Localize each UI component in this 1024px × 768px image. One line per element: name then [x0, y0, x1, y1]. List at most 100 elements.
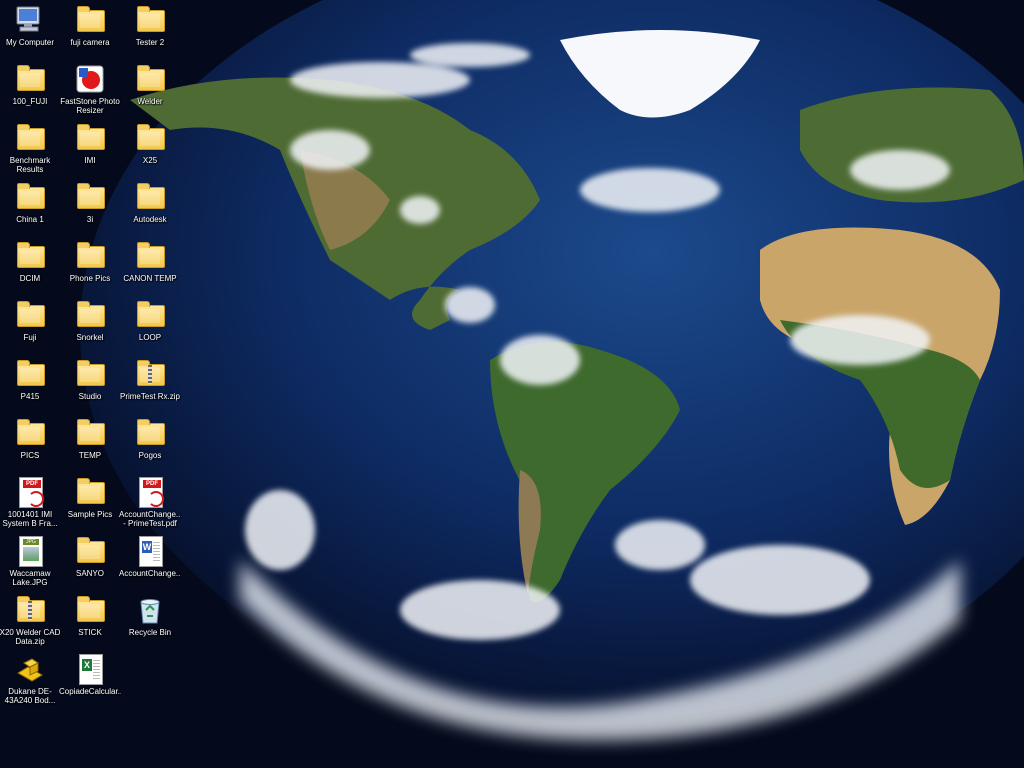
icon-glyph	[14, 417, 46, 449]
folder-icon	[137, 242, 165, 268]
icon-label: Fuji	[23, 333, 37, 342]
icon-label: Pogos	[138, 451, 162, 460]
desktop-icon-p415[interactable]: P415	[0, 358, 60, 401]
icon-label: PrimeTest Rx.zip	[119, 392, 180, 401]
icon-label: CopiadeCalcular...	[59, 687, 121, 696]
icon-glyph: JPG	[14, 535, 46, 567]
icon-label: LOOP	[138, 333, 162, 342]
desktop-icon-primetest-rx-zip[interactable]: PrimeTest Rx.zip	[120, 358, 180, 401]
desktop-icon-pogos[interactable]: Pogos	[120, 417, 180, 460]
desktop-icon-autodesk[interactable]: Autodesk	[120, 181, 180, 224]
folder-icon	[137, 124, 165, 150]
icon-glyph	[134, 63, 166, 95]
desktop-icon-canon-temp[interactable]: CANON TEMP	[120, 240, 180, 283]
folder-icon	[77, 183, 105, 209]
desktop-icon-recycle-bin[interactable]: Recycle Bin	[120, 594, 180, 637]
desktop-icon-temp[interactable]: TEMP	[60, 417, 120, 460]
desktop-icon-tester-2[interactable]: Tester 2	[120, 4, 180, 47]
icon-label: AccountChange... - PrimeTest.pdf	[119, 510, 181, 528]
pdf-icon: PDF	[19, 477, 44, 508]
folder-icon	[17, 301, 45, 327]
icon-label: Autodesk	[133, 215, 167, 224]
folder-icon	[137, 65, 165, 91]
icon-label: Benchmark Results	[9, 156, 51, 174]
icon-label: Snorkel	[76, 333, 104, 342]
jpg-image-icon: JPG	[19, 536, 43, 567]
icon-glyph	[134, 181, 166, 213]
folder-icon	[77, 124, 105, 150]
icon-label: X25	[142, 156, 158, 165]
desktop-icon-x25[interactable]: X25	[120, 122, 180, 165]
icon-label: FastStone Photo Resizer	[60, 97, 120, 115]
icon-label: China 1	[16, 215, 44, 224]
folder-icon	[77, 537, 105, 563]
icon-glyph: PDF	[134, 476, 166, 508]
icon-glyph	[134, 299, 166, 331]
desktop-icon-my-computer[interactable]: My Computer	[0, 4, 60, 47]
desktop-icon-phone-pics[interactable]: Phone Pics	[60, 240, 120, 283]
icon-label: Dukane DE-43A240 Bod...	[4, 687, 56, 705]
desktop-icon-faststone-photo-resizer[interactable]: FastStone Photo Resizer	[60, 63, 120, 115]
icon-glyph	[14, 181, 46, 213]
icon-glyph	[14, 63, 46, 95]
desktop-icon-dukane-de-43a240-bod[interactable]: Dukane DE-43A240 Bod...	[0, 653, 60, 705]
desktop-icon-fuji-camera[interactable]: fuji camera	[60, 4, 120, 47]
icon-label: P415	[20, 392, 40, 401]
icon-glyph	[134, 358, 166, 390]
desktop-icon-copiadecalcular[interactable]: X CopiadeCalcular...	[59, 653, 121, 696]
desktop-icon-pics[interactable]: PICS	[0, 417, 60, 460]
icon-label: Recycle Bin	[128, 628, 172, 637]
desktop-icon-accountchange[interactable]: W AccountChange...	[119, 535, 181, 578]
icon-glyph	[74, 122, 106, 154]
icon-glyph	[14, 653, 46, 685]
desktop[interactable]: My Computer fuji camera Tester 2 100_FUJI Fa…	[0, 0, 1024, 768]
desktop-icon-waccamaw-lake-jpg[interactable]: JPG Waccamaw Lake.JPG	[0, 535, 60, 587]
cad-app-icon	[17, 658, 43, 682]
icon-glyph	[74, 594, 106, 626]
excel-document-icon: X	[79, 654, 103, 685]
icon-label: TEMP	[78, 451, 102, 460]
desktop-icon-imi[interactable]: IMI	[60, 122, 120, 165]
desktop-icon-x20-welder-cad-data-zip[interactable]: X20 Welder CAD Data.zip	[0, 594, 60, 646]
desktop-icon-loop[interactable]: LOOP	[120, 299, 180, 342]
pdf-icon: PDF	[139, 477, 164, 508]
icon-glyph	[134, 122, 166, 154]
icon-glyph	[14, 358, 46, 390]
desktop-icon-snorkel[interactable]: Snorkel	[60, 299, 120, 342]
icon-label: Phone Pics	[69, 274, 111, 283]
icon-glyph	[14, 122, 46, 154]
icon-label: 1001401 IMI System B Fra...	[2, 510, 58, 528]
icon-glyph	[74, 181, 106, 213]
icon-label: DCIM	[19, 274, 41, 283]
icon-glyph	[134, 240, 166, 272]
icon-glyph	[74, 4, 106, 36]
desktop-icon-fuji[interactable]: Fuji	[0, 299, 60, 342]
recycle-bin-icon	[140, 599, 160, 624]
folder-icon	[137, 6, 165, 32]
folder-icon	[17, 65, 45, 91]
folder-icon	[137, 419, 165, 445]
desktop-icon-welder[interactable]: Welder	[120, 63, 180, 106]
desktop-icon-stick[interactable]: STICK	[60, 594, 120, 637]
icon-label: 3i	[86, 215, 94, 224]
icon-glyph	[14, 4, 46, 36]
desktop-icon-benchmark-results[interactable]: Benchmark Results	[0, 122, 60, 174]
desktop-icon-dcim[interactable]: DCIM	[0, 240, 60, 283]
folder-icon	[77, 6, 105, 32]
desktop-icon-1001401-imi-system-b-fra[interactable]: PDF 1001401 IMI System B Fra...	[0, 476, 60, 528]
desktop-icon-3i[interactable]: 3i	[60, 181, 120, 224]
desktop-icon-100-fuji[interactable]: 100_FUJI	[0, 63, 60, 106]
icon-glyph	[74, 535, 106, 567]
desktop-icon-china-1[interactable]: China 1	[0, 181, 60, 224]
desktop-icon-studio[interactable]: Studio	[60, 358, 120, 401]
folder-icon	[17, 183, 45, 209]
desktop-icon-accountchange-primetest-pdf[interactable]: PDF AccountChange... - PrimeTest.pdf	[119, 476, 181, 528]
desktop-icon-sanyo[interactable]: SANYO	[60, 535, 120, 578]
icon-label: Studio	[78, 392, 102, 401]
folder-icon	[77, 360, 105, 386]
icon-label: Welder	[137, 97, 163, 106]
icon-label: PICS	[20, 451, 40, 460]
icon-glyph	[14, 594, 46, 626]
desktop-icon-sample-pics[interactable]: Sample Pics	[60, 476, 120, 519]
icon-glyph	[134, 594, 166, 626]
